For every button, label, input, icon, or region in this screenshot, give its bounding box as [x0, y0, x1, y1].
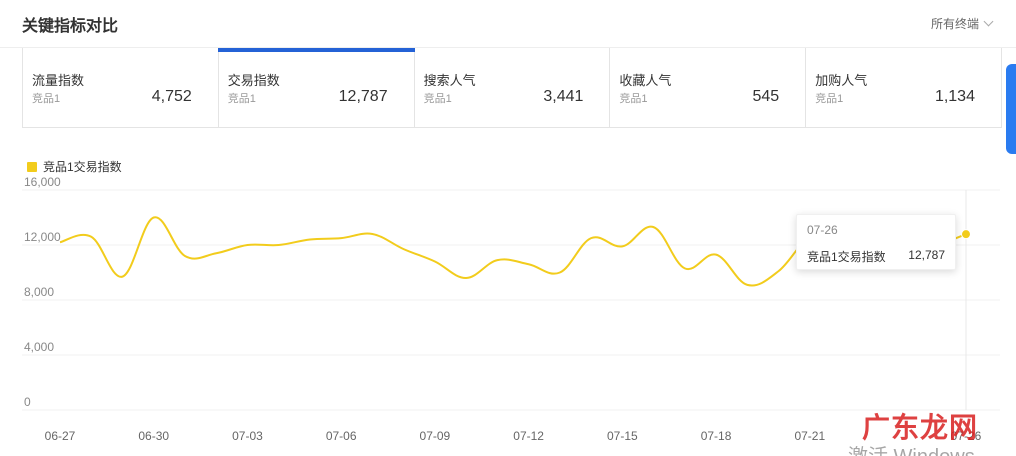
side-panel-tab[interactable] [1006, 64, 1016, 154]
metric-card-value: 545 [752, 88, 780, 105]
metric-card-value: 4,752 [151, 88, 192, 105]
metric-card-value: 3,441 [543, 88, 584, 105]
x-tick-label: 07-15 [607, 429, 638, 443]
page-title: 关键指标对比 [22, 18, 119, 35]
x-tick-label: 06-30 [138, 429, 169, 443]
chart-tooltip: 07-26 竞品1交易指数 12,787 [796, 214, 956, 270]
metric-card-value: 12,787 [338, 88, 388, 105]
metric-card-cart-popularity[interactable]: 加购人气 竞品1 1,134 [806, 48, 1001, 127]
metric-card-label: 收藏人气 [619, 73, 672, 88]
metric-card-sublabel: 竞品1 [32, 93, 61, 105]
x-tick-label: 07-12 [513, 429, 544, 443]
metric-card-label: 流量指数 [32, 73, 85, 88]
metric-card-sublabel: 竞品1 [227, 93, 256, 105]
header: 关键指标对比 所有终端 [0, 0, 1016, 48]
x-tick-label: 07-06 [326, 429, 357, 443]
y-tick-label: 0 [24, 395, 31, 409]
metric-card-value: 1,134 [934, 88, 975, 105]
chevron-down-icon [983, 16, 994, 27]
metric-card-favorite-popularity[interactable]: 收藏人气 竞品1 545 [610, 48, 807, 127]
y-tick-label: 8,000 [24, 285, 54, 299]
metric-cards: 流量指数 竞品1 4,752 交易指数 竞品1 12,787 搜索人气 竞品1 … [22, 48, 1002, 128]
y-tick-label: 4,000 [24, 340, 54, 354]
metric-card-sublabel: 竞品1 [619, 93, 648, 105]
metric-card-traffic-index[interactable]: 流量指数 竞品1 4,752 [23, 48, 219, 127]
metric-card-label: 搜索人气 [423, 73, 476, 88]
tooltip-value: 12,787 [908, 248, 945, 262]
terminal-filter-dropdown[interactable]: 所有终端 [930, 15, 994, 32]
x-tick-label: 07-03 [232, 429, 263, 443]
metric-card-sublabel: 竞品1 [815, 93, 844, 105]
windows-activation-watermark: 激活 Windows [848, 440, 975, 456]
metric-card-search-popularity[interactable]: 搜索人气 竞品1 3,441 [415, 48, 611, 127]
x-tick-label: 07-18 [701, 429, 732, 443]
tooltip-date: 07-26 [807, 223, 838, 237]
x-tick-label: 07-21 [794, 429, 825, 443]
highlighted-data-point [961, 229, 971, 240]
tooltip-series-label: 竞品1交易指数 [807, 250, 886, 264]
metric-card-sublabel: 竞品1 [423, 93, 452, 105]
metric-card-trade-index[interactable]: 交易指数 竞品1 12,787 [217, 48, 415, 127]
y-tick-label: 12,000 [24, 230, 61, 244]
x-tick-label: 06-27 [45, 429, 76, 443]
metric-card-label: 加购人气 [815, 73, 868, 88]
y-tick-label: 16,000 [24, 175, 61, 189]
terminal-filter-label: 所有终端 [930, 17, 979, 31]
metric-card-label: 交易指数 [227, 73, 280, 88]
x-tick-label: 07-09 [420, 429, 451, 443]
